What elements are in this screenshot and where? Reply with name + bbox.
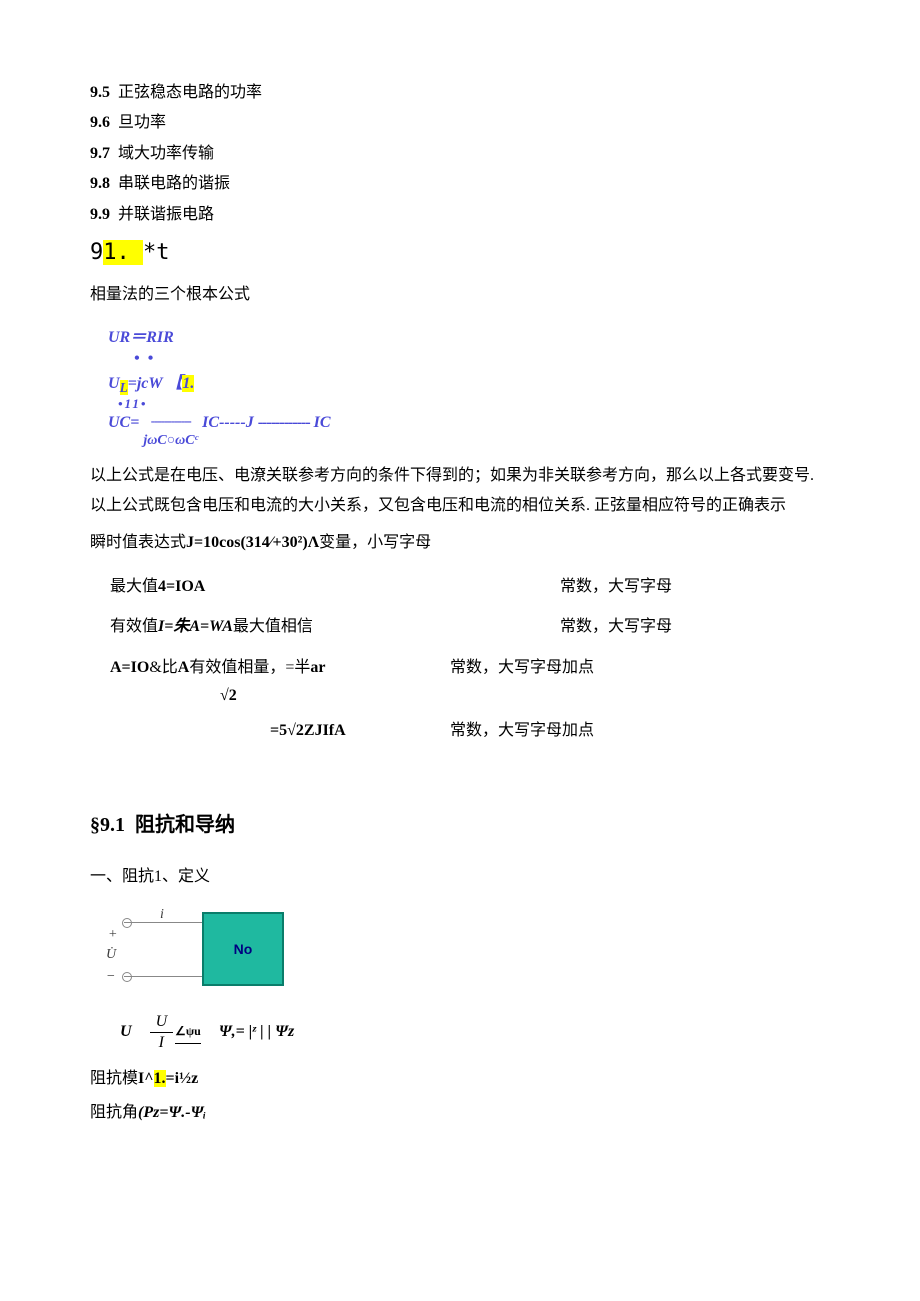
toc-item: 9.8 串联电路的谐振: [90, 169, 830, 199]
frac-bot: I: [153, 1033, 170, 1052]
r2-a: 有效值: [110, 618, 158, 635]
formula-ur: UR＝RIR: [108, 328, 830, 349]
ul-hl: 1.: [182, 375, 194, 392]
circuit-diagram: i + U̇ − No: [104, 898, 294, 1008]
row-right: 常数，大写字母: [410, 572, 830, 602]
section-heading: §9.1 阻抗和导纳: [90, 806, 830, 844]
paragraph-2: 瞬时值表达式J=10cos(314∕+30²)Λ变量，小写字母: [90, 528, 830, 558]
value-table: 最大值最大值4=IOA4=IOA 常数，大写字母 有效值I=朱A=WA最大值相信…: [90, 572, 830, 746]
marker-a: 9: [90, 240, 103, 265]
la-hl: 1.: [154, 1070, 166, 1087]
label-i: i: [160, 902, 164, 929]
formula-uc: UC= ------------ jωC○ωCᶜ IC-----J ------…: [108, 413, 830, 451]
subheading: 一、阻抗1、定义: [90, 862, 830, 892]
r3-c: A: [178, 659, 190, 676]
p2-b: J=10cos(314∕+30²)Λ: [186, 534, 319, 551]
psi-eq: Ψ,= |ᶻ | | Ψz: [219, 1017, 294, 1047]
la1: 阻抗模: [90, 1070, 138, 1087]
r3-b: &比: [149, 659, 177, 676]
r2-c: 最大值相信: [233, 618, 313, 635]
wire-top: [124, 922, 202, 923]
uc-dash2: ------------: [258, 413, 310, 434]
r3-d: 有效值相量，=半: [189, 659, 310, 676]
toc-num: 9.9: [90, 206, 110, 223]
node-top: [122, 918, 132, 928]
toc-title: 域大功率传输: [118, 145, 214, 162]
frac-top: U: [150, 1012, 174, 1032]
marker-b-highlight: 1.: [103, 240, 143, 265]
toc-num: 9.8: [90, 175, 110, 192]
r4-eq: =5√2ZJIfA: [90, 716, 410, 746]
impedance-angle: 阻抗角(Pz=Ψ.-Ψᵢ: [90, 1098, 830, 1128]
impedance-modulus: 阻抗模I^1.=i½z: [90, 1064, 830, 1094]
toc-item: 9.6 旦功率: [90, 108, 830, 138]
row-left: 最大值最大值4=IOA4=IOA: [90, 572, 410, 602]
toc-item: 9.7 域大功率传输: [90, 139, 830, 169]
marker-c: *t: [143, 240, 170, 265]
lb2: (Pz=Ψ.-Ψᵢ: [138, 1104, 206, 1121]
r3-e: ar: [310, 659, 325, 676]
sqrt2: √2: [90, 681, 830, 711]
toc-title: 串联电路的谐振: [118, 175, 230, 192]
toc-item: 9.9 并联谐振电路: [90, 200, 830, 230]
label-minus: −: [106, 964, 115, 991]
formula-block: UR＝RIR • • UL=jcW 【1. •11• UC= ---------…: [108, 328, 830, 451]
r2-b: I=朱A=WA: [158, 618, 233, 635]
document-page: 9.5 正弦稳态电路的功率 9.6 旦功率 9.7 域大功率传输 9.8 串联电…: [0, 0, 920, 1174]
toc-item: 9.5 正弦稳态电路的功率: [90, 78, 830, 108]
section-title: 阻抗和导纳: [135, 814, 235, 836]
section-marker: 91. *t: [90, 232, 830, 274]
row-right: 常数，大写字母加点: [450, 653, 594, 683]
row-left: A=IO&比A有效值相量，=半ar: [90, 653, 410, 683]
paragraph-1: 以上公式是在电压、电潦关联参考方向的条件下得到的；如果为非关联参考方向，那么以上…: [90, 461, 830, 522]
toc-num: 9.7: [90, 145, 110, 162]
table-row: A=IO&比A有效值相量，=半ar 常数，大写字母加点: [90, 653, 830, 683]
uc-mid: IC-----J: [202, 413, 254, 434]
table-row: 有效值I=朱A=WA最大值相信 常数，大写字母: [90, 612, 830, 642]
section-number: §9.1: [90, 814, 125, 836]
wire-bot: [124, 976, 202, 977]
la2: I^: [138, 1070, 154, 1087]
box-no: No: [202, 912, 284, 986]
uc-a: UC=: [108, 413, 139, 434]
row-left: 有效值I=朱A=WA最大值相信: [90, 612, 410, 642]
la3: =i½z: [166, 1070, 199, 1087]
table-row: 最大值最大值4=IOA4=IOA 常数，大写字母: [90, 572, 830, 602]
label-U-big: U: [120, 1017, 132, 1047]
intro-text: 相量法的三个根本公式: [90, 280, 830, 310]
r1-left: 最大值最大值4=IOA4=IOA: [110, 578, 205, 595]
node-bot: [122, 972, 132, 982]
angle: ∠ψu: [175, 1020, 201, 1045]
toc-num: 9.6: [90, 114, 110, 131]
r3-a: A=IO: [110, 659, 149, 676]
formula-line: U U I ∠ψu Ψ,= |ᶻ | | Ψz: [90, 1012, 830, 1051]
fraction-U-I: U I: [150, 1012, 174, 1051]
ul-sub: L: [120, 380, 128, 395]
ul-b: =jcW 【: [128, 375, 183, 392]
uc-dash1: ------------: [143, 413, 198, 430]
toc: 9.5 正弦稳态电路的功率 9.6 旦功率 9.7 域大功率传输 9.8 串联电…: [90, 78, 830, 230]
ul-u: U: [108, 375, 120, 392]
row-right: 常数，大写字母: [410, 612, 830, 642]
row-right: 常数，大写字母加点: [450, 716, 594, 746]
p2-a: 瞬时值表达式: [90, 534, 186, 551]
formula-dots: • •: [108, 349, 830, 370]
toc-title: 正弦稳态电路的功率: [118, 84, 262, 101]
toc-title: 旦功率: [118, 114, 166, 131]
lb1: 阻抗角: [90, 1104, 138, 1121]
toc-title: 并联谐振电路: [118, 206, 214, 223]
formula-dots2: •11•: [108, 396, 830, 413]
table-row: =5√2ZJIfA 常数，大写字母加点: [90, 716, 830, 746]
p2-c: 变量，小写字母: [319, 534, 431, 551]
uc-den: jωC○ωCᶜ: [143, 433, 198, 448]
formula-ul: UL=jcW 【1.: [108, 374, 830, 397]
toc-num: 9.5: [90, 84, 110, 101]
uc-end: IC: [314, 413, 331, 434]
